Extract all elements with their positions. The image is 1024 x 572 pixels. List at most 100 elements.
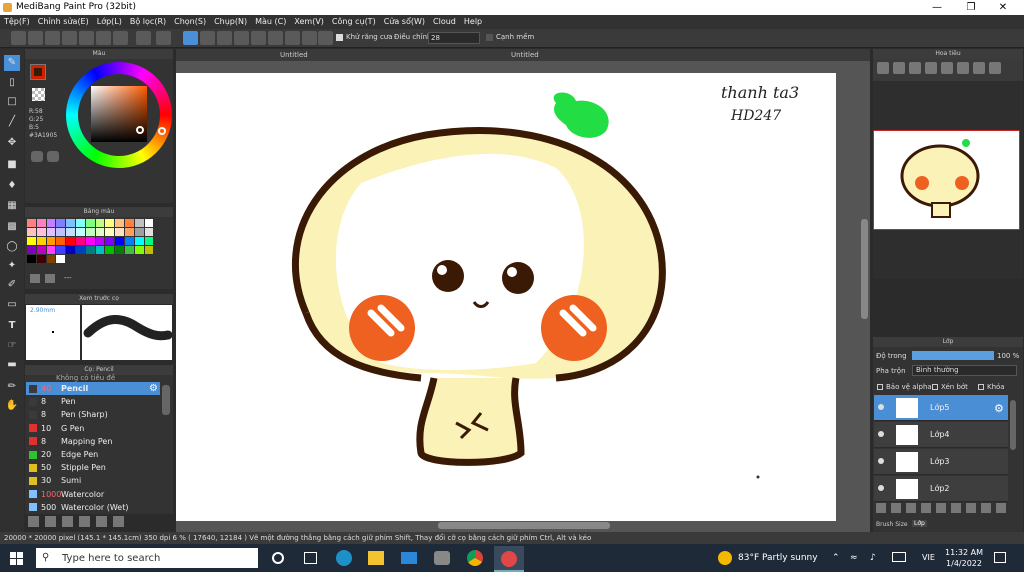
menu-edit[interactable]: Chỉnh sửa(E) <box>34 15 93 29</box>
palette-swatch[interactable] <box>105 228 115 236</box>
snap-curve-icon[interactable] <box>302 31 317 45</box>
new-layer-icon[interactable] <box>876 503 886 513</box>
brush-item[interactable]: 20 Edge Pen <box>26 448 160 461</box>
medibang-taskbar-button[interactable] <box>494 546 524 572</box>
keyboard-icon[interactable] <box>79 31 94 45</box>
palette-swatch[interactable] <box>46 219 56 227</box>
taskbar-search-box[interactable]: ⚲ Type here to search <box>36 548 258 568</box>
eye-icon[interactable] <box>878 404 884 410</box>
camera-icon[interactable] <box>434 551 450 565</box>
eraser-tool-icon[interactable]: ▯ <box>4 75 20 91</box>
menu-help[interactable]: Help <box>460 15 486 29</box>
merge-down-icon[interactable] <box>966 503 976 513</box>
drawing-canvas[interactable]: thanh ta3 HD247 <box>176 73 836 521</box>
brush-item[interactable]: 8 Pen <box>26 395 160 408</box>
palette-swatch[interactable] <box>46 237 56 245</box>
palette-swatch[interactable] <box>105 219 115 227</box>
palette-swatch[interactable] <box>95 228 105 236</box>
edge-icon[interactable] <box>336 550 352 566</box>
eye-icon[interactable] <box>878 485 884 491</box>
palette-swatch[interactable] <box>115 219 124 227</box>
lock-checkbox[interactable] <box>978 384 984 390</box>
palette-swatch[interactable] <box>115 228 124 236</box>
palette-swatch[interactable] <box>27 255 36 263</box>
text-tool-icon[interactable]: T <box>4 318 20 334</box>
palette-swatch[interactable] <box>105 246 115 254</box>
soft-edge-checkbox[interactable] <box>486 34 493 41</box>
comment-icon[interactable] <box>45 31 60 45</box>
mail-icon[interactable] <box>401 552 417 564</box>
new-8bit-layer-icon[interactable] <box>906 503 916 513</box>
wifi-icon[interactable]: ≈ <box>850 553 858 563</box>
palette-swatch[interactable] <box>27 219 36 227</box>
volume-icon[interactable]: ♪ <box>870 553 876 563</box>
add-brush-icon[interactable] <box>28 516 39 527</box>
navigator-viewport[interactable] <box>873 130 1020 230</box>
menu-file[interactable]: Tệp(F) <box>0 15 34 29</box>
palette-swatch[interactable] <box>46 255 56 263</box>
hand-tool-icon[interactable]: ✋ <box>4 398 20 414</box>
actual-size-icon[interactable] <box>925 62 937 74</box>
zoom-in-icon[interactable] <box>877 62 889 74</box>
palette-swatch[interactable] <box>56 228 66 236</box>
protect-alpha-checkbox[interactable] <box>877 384 883 390</box>
layer-scrollbar[interactable] <box>1010 400 1016 450</box>
flip-icon[interactable] <box>989 62 1001 74</box>
palette-swatch[interactable] <box>95 246 105 254</box>
palette-swatch[interactable] <box>66 219 75 227</box>
divide-tool-icon[interactable]: ▬ <box>4 357 20 373</box>
rotate-reset-icon[interactable] <box>957 62 969 74</box>
palette-swatch[interactable] <box>56 219 66 227</box>
tab-untitled-2[interactable]: Untitled <box>511 51 539 59</box>
clipping-checkbox[interactable] <box>932 384 938 390</box>
color-history-icon[interactable] <box>47 151 59 162</box>
palette-swatch[interactable] <box>27 228 36 236</box>
palette-swatch[interactable] <box>75 219 85 227</box>
snap-ellipse-icon[interactable] <box>285 31 300 45</box>
move-tool-icon[interactable]: ✥ <box>4 135 20 151</box>
magic-wand-icon[interactable]: ✦ <box>4 258 20 274</box>
cortana-icon[interactable] <box>272 552 284 564</box>
eyedropper-icon[interactable]: ✏ <box>4 379 20 395</box>
palette-swatch[interactable] <box>36 246 46 254</box>
brush-copy-icon[interactable] <box>96 516 107 527</box>
layer-row-5[interactable]: Lớp5 ⚙ <box>874 395 1008 421</box>
gear-icon[interactable]: ⚙ <box>994 402 1004 415</box>
eye-icon[interactable] <box>878 458 884 464</box>
brush-item[interactable]: 1000Watercolor <box>26 488 160 501</box>
opacity-slider[interactable] <box>912 351 994 360</box>
gradient-tool-icon[interactable]: ▦ <box>4 198 20 214</box>
palette-swatch[interactable] <box>134 246 144 254</box>
select-eraser-icon[interactable]: ▭ <box>4 297 20 313</box>
palette-swatch[interactable] <box>85 237 95 245</box>
palette-swatch[interactable] <box>27 246 36 254</box>
palette-swatch[interactable] <box>75 228 85 236</box>
palette-swatch[interactable] <box>124 228 134 236</box>
snap-concentric-icon[interactable] <box>268 31 283 45</box>
palette-swatch[interactable] <box>36 237 46 245</box>
menu-window[interactable]: Cửa sổ(W) <box>380 15 429 29</box>
import-layer-icon[interactable] <box>921 503 931 513</box>
palette-swatch[interactable] <box>56 255 66 263</box>
fill-rect-icon[interactable]: ■ <box>4 157 20 173</box>
brush-delete-icon[interactable] <box>113 516 124 527</box>
export-icon[interactable] <box>28 31 43 45</box>
layer-row-4[interactable]: Lớp4 <box>874 422 1008 448</box>
snap-parallel-icon[interactable] <box>200 31 215 45</box>
menu-color[interactable]: Màu (C) <box>251 15 290 29</box>
bucket-tool-icon[interactable]: ♦ <box>4 178 20 194</box>
frame-icon[interactable] <box>113 31 128 45</box>
rotate-left-icon[interactable] <box>941 62 953 74</box>
palette-swatch[interactable] <box>75 237 85 245</box>
vertical-scrollbar[interactable] <box>861 219 868 319</box>
palette-swatch[interactable] <box>134 228 144 236</box>
transparent-color-swatch[interactable] <box>32 88 45 101</box>
brush-item[interactable]: 30 Sumi <box>26 474 160 487</box>
menu-tools[interactable]: Công cụ(T) <box>328 15 380 29</box>
rotate-right-icon[interactable] <box>973 62 985 74</box>
palette-swatch[interactable] <box>95 219 105 227</box>
menu-cloud[interactable]: Cloud <box>429 15 460 29</box>
layer-copy-icon[interactable] <box>951 503 961 513</box>
new-halftone-layer-icon[interactable] <box>891 503 901 513</box>
notification-icon[interactable] <box>994 552 1006 563</box>
